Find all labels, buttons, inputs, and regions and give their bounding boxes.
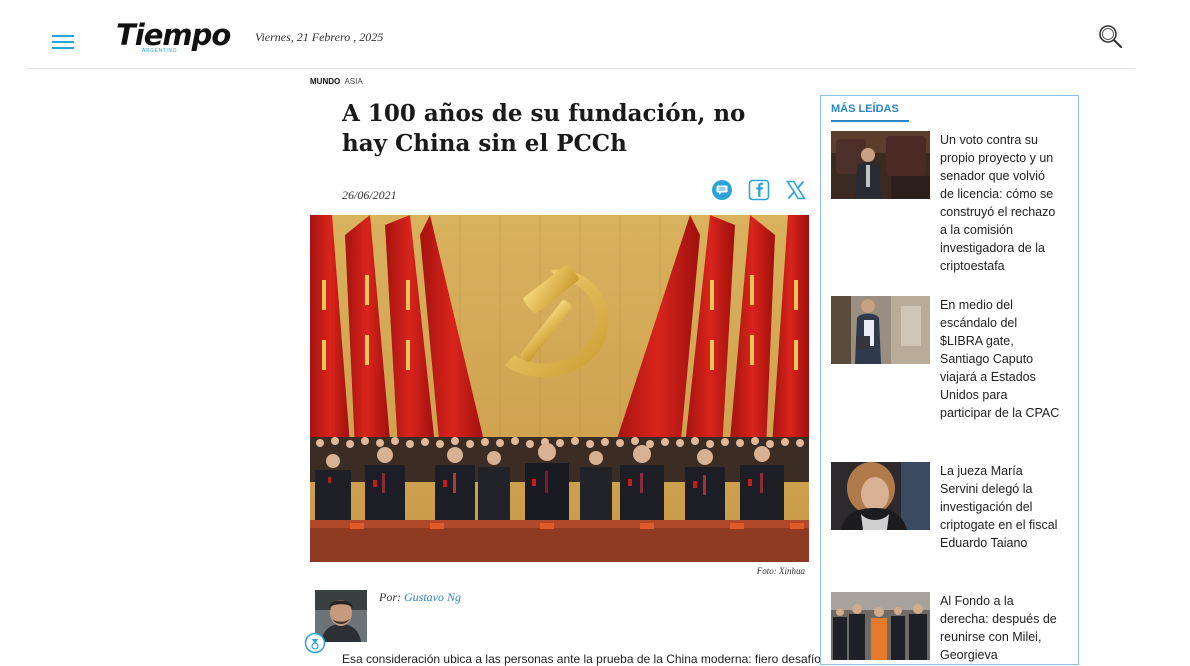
header-divider (27, 68, 1135, 69)
site-logo[interactable]: Tiempo ARGENTINO (116, 18, 231, 58)
news-thumbnail[interactable] (831, 592, 930, 660)
byline: Por: Gustavo Ng (379, 590, 461, 605)
logo-subtext: ARGENTINO (142, 48, 178, 54)
article-body-start: Esa consideración ubica a las personas a… (342, 652, 831, 666)
news-thumbnail[interactable] (831, 131, 930, 199)
news-headline[interactable]: Al Fondo a la derecha: después de reunir… (940, 592, 1062, 664)
article-title: A 100 años de su fundación, no hay China… (342, 100, 746, 157)
site-header: Tiempo ARGENTINO Viernes, 21 Febrero , 2… (0, 0, 1190, 68)
news-headline[interactable]: En medio del escándalo del $LIBRA gate, … (940, 296, 1062, 422)
news-headline[interactable]: Un voto contra su propio proyecto y un s… (940, 131, 1062, 275)
breadcrumb: MUNDO ASIA (310, 77, 363, 86)
author-badge-icon (304, 632, 326, 654)
byline-prefix: Por: (379, 590, 401, 604)
breadcrumb-section[interactable]: MUNDO (310, 77, 340, 86)
most-read-sidebar: MÁS LEÍDAS Un voto contra su propio proy… (820, 95, 1079, 665)
photo-credit: Foto: Xinhua (756, 566, 805, 576)
author-link[interactable]: Gustavo Ng (404, 590, 461, 604)
x-twitter-icon[interactable] (784, 178, 808, 202)
current-date: Viernes, 21 Febrero , 2025 (255, 30, 384, 44)
search-icon[interactable] (1098, 24, 1124, 50)
comments-icon[interactable] (710, 178, 734, 202)
article-date: 26/06/2021 (342, 188, 397, 202)
news-thumbnail[interactable] (831, 462, 930, 530)
sidebar-title: MÁS LEÍDAS (831, 103, 899, 115)
news-thumbnail[interactable] (831, 296, 930, 364)
sidebar-title-underline (831, 120, 909, 122)
article-hero-photo (310, 215, 809, 562)
facebook-icon[interactable] (747, 178, 771, 202)
hamburger-menu-icon[interactable] (52, 35, 74, 49)
logo-text: Tiempo (116, 18, 231, 52)
breadcrumb-subsection[interactable]: ASIA (344, 77, 362, 86)
news-headline[interactable]: La jueza María Servini delegó la investi… (940, 462, 1062, 552)
